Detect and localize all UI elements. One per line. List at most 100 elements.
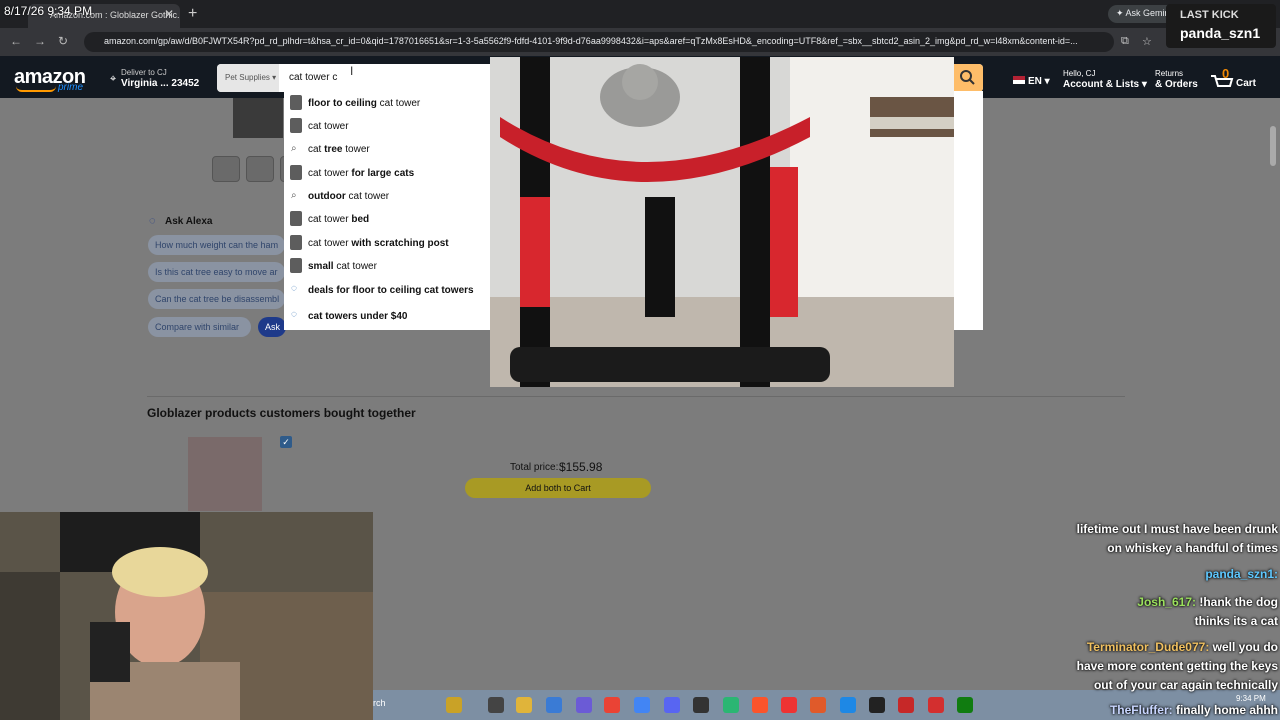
search-suggestion-item[interactable]: ◌ cat towers under $40 [284,305,490,327]
suggestion-text: cat tower [308,121,349,132]
search-suggestion-item[interactable]: ⌕ outdoor cat tower [284,185,490,207]
deliver-location[interactable]: Virginia ... 23452 [121,78,199,89]
chat-username: Josh_617: [1137,595,1196,609]
bought-together-checkbox[interactable]: ✓ [280,436,292,448]
taskbar-app-icon[interactable] [840,697,856,713]
forward-icon[interactable]: → [34,34,46,48]
taskbar-app-icon[interactable] [634,697,650,713]
add-both-to-cart-button[interactable]: Add both to Cart [465,478,651,498]
chat-text: have more content getting the keys [1076,659,1278,673]
chat-username: Terminator_Dude077: [1086,640,1210,654]
search-button[interactable] [953,64,983,92]
suggestion-text: cat tower [308,238,352,249]
chat-text: !hank the dog [1196,595,1278,609]
taskbar-app-icon[interactable] [604,697,620,713]
search-suggestion-item[interactable]: cat tower for large cats [284,162,490,184]
suggestion-thumbnail-icon [290,235,302,250]
cart-link[interactable]: Cart [1236,78,1256,89]
back-icon[interactable]: ← [10,34,22,48]
taskbar-app-icon[interactable] [752,697,768,713]
search-suggestion-item[interactable]: cat tower bed [284,208,490,230]
gemini-icon: ✦ [1116,8,1126,18]
chat-username: panda_szn1: [1205,567,1278,581]
taskbar-app-icon[interactable] [576,697,592,713]
search-suggestion-item[interactable]: cat tower [284,115,490,137]
url-text: amazon.com/gp/aw/d/B0FJWTX54R?pd_rd_plhd… [104,36,1078,46]
deliver-to-label[interactable]: Deliver to CJ [121,68,167,77]
alexa-icon: ◌ [291,309,297,320]
reload-icon[interactable]: ↻ [58,34,68,48]
account-lists-label: Account & Lists [1063,79,1140,90]
section-divider [147,396,1125,397]
last-kick-name: panda_szn1 [1180,25,1261,41]
cart-icon[interactable] [1210,74,1234,90]
language-label: EN [1028,76,1042,87]
department-select[interactable]: Pet Supplies ▾ [217,64,279,92]
page-scrollbar[interactable] [1270,126,1276,166]
suggestion-text: cat [308,144,325,155]
chat-message: lifetime out I must have been drunk [1077,522,1278,536]
orders-link[interactable]: & Orders [1155,79,1198,90]
taskbar-app-icon[interactable] [898,697,914,713]
chat-text: lifetime out I must have been drunk [1076,522,1278,536]
search-input[interactable]: cat tower c [289,72,337,83]
product-main-image[interactable] [233,98,283,138]
suggestion-text: tower [342,144,370,155]
account-lists-link[interactable]: Account & Lists ▾ [1063,79,1147,90]
compare-similar-chip[interactable]: Compare with similar [148,317,251,337]
taskbar-app-icon[interactable] [928,697,944,713]
search-icon [960,70,975,85]
url-field[interactable]: amazon.com/gp/aw/d/B0FJWTX54R?pd_rd_plhd… [84,32,1114,52]
taskbar-app-icon[interactable] [546,697,562,713]
streamer-webcam [0,512,373,720]
gemini-label: Ask Gemini [1125,8,1172,18]
ask-alexa-button[interactable]: Ask [258,317,286,337]
alexa-question-chip[interactable]: Is this cat tree easy to move ar [148,262,285,282]
taskbar-app-icon[interactable] [869,697,885,713]
chat-message: TheFluffer: finally home ahhh [1110,703,1278,717]
product-thumbnail[interactable] [212,156,240,182]
chat-message: Terminator_Dude077: well you do [1087,640,1278,654]
taskbar-app-icon[interactable] [810,697,826,713]
search-suggestion-item[interactable]: cat tower with scratching post [284,232,490,254]
text-cursor-icon: I [350,64,354,78]
ask-alexa-title: Ask Alexa [165,216,213,227]
taskbar-app-icon[interactable] [781,697,797,713]
suggestion-thumbnail-icon [290,165,302,180]
chat-username: TheFluffer: [1109,703,1173,717]
us-flag-icon [1013,76,1025,84]
new-tab-icon[interactable]: + [188,5,197,23]
taskbar-app-icon[interactable] [693,697,709,713]
taskbar-app-icon[interactable] [664,697,680,713]
suggestion-bold-text: with scratching post [351,238,449,249]
search-input-value: cat tower c [289,72,338,83]
taskbar-app-icon[interactable] [957,697,973,713]
suggestion-bold-text: deals for floor to ceiling cat towers [308,285,474,296]
location-pin-icon: ⌖ [110,73,117,85]
taskbar-app-icon[interactable] [516,697,532,713]
prime-label: prime [58,82,84,93]
bought-together-image[interactable] [188,437,262,511]
search-suggestion-item[interactable]: ◌ deals for floor to ceiling cat towers [284,279,490,301]
tab-close-icon[interactable]: ✕ [164,7,174,21]
bookmark-star-icon[interactable]: ☆ [1142,35,1152,48]
cat-tower-product-image[interactable] [490,57,954,387]
language-selector[interactable]: EN ▾ [1013,76,1050,87]
account-greeting[interactable]: Hello, CJ [1063,69,1095,78]
suggestion-thumbnail-icon [290,95,302,110]
product-thumbnail[interactable] [246,156,274,182]
taskbar-search[interactable]: rch [373,698,386,708]
install-app-icon[interactable]: ⧉ [1121,35,1129,48]
search-suggestion-item[interactable]: floor to ceiling cat tower [284,92,490,114]
alexa-question-chip[interactable]: How much weight can the ham [148,235,285,255]
suggestion-bold-text: bed [351,214,370,225]
logo-smile-icon [16,86,56,92]
taskbar-app-icon[interactable] [446,697,462,713]
taskbar-app-icon[interactable] [488,697,504,713]
chat-message: on whiskey a handful of times [1107,541,1278,555]
alexa-question-chip[interactable]: Can the cat tree be disassembl [148,289,285,309]
returns-label[interactable]: Returns [1155,69,1183,78]
search-suggestion-item[interactable]: ⌕ cat tree tower [284,138,490,160]
search-suggestion-item[interactable]: small cat tower [284,255,490,277]
taskbar-app-icon[interactable] [723,697,739,713]
